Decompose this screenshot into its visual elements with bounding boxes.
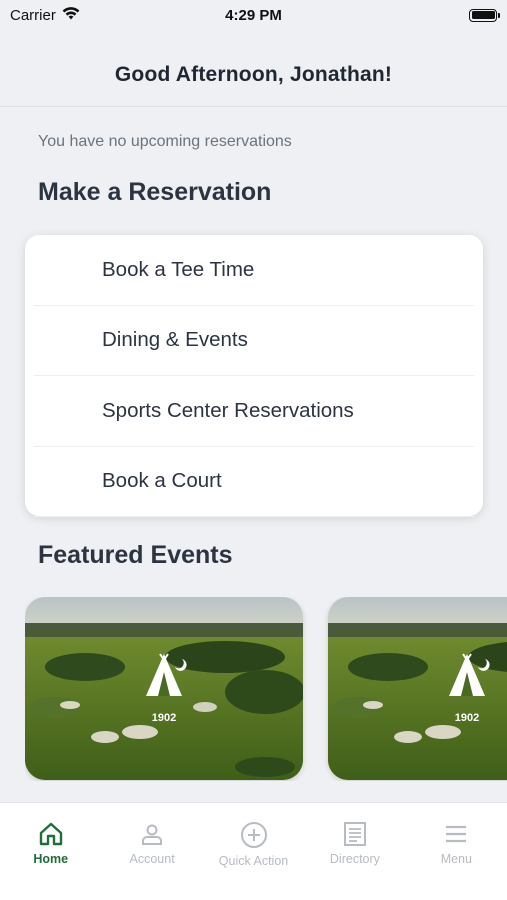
tab-home[interactable]: Home xyxy=(0,803,101,900)
golf-course-image: 1902 xyxy=(25,597,303,780)
wifi-icon xyxy=(62,6,80,24)
reservation-options-card: Book a Tee Time Dining & Events Sports C… xyxy=(25,235,483,517)
carrier-label: Carrier xyxy=(10,6,56,24)
tab-quick-action-label: Quick Action xyxy=(218,854,289,868)
book-court-item[interactable]: Book a Court xyxy=(34,447,474,517)
app-header: Good Afternoon, Jonathan! xyxy=(0,44,507,107)
menu-icon xyxy=(446,825,467,843)
tab-account-label: Account xyxy=(129,852,175,866)
tab-directory-label: Directory xyxy=(329,852,380,866)
logo-year: 1902 xyxy=(455,712,479,724)
tab-menu-label: Menu xyxy=(440,852,472,866)
featured-event-card[interactable]: 1902 xyxy=(25,597,303,780)
dining-events-item[interactable]: Dining & Events xyxy=(34,306,474,376)
featured-event-card[interactable]: 1902 xyxy=(328,597,507,780)
tab-menu[interactable]: Menu xyxy=(406,803,507,900)
no-reservations-message: You have no upcoming reservations xyxy=(38,133,292,150)
tab-quick-action[interactable]: Quick Action xyxy=(203,803,304,900)
logo-year: 1902 xyxy=(152,712,176,724)
directory-icon xyxy=(343,822,366,846)
tab-directory[interactable]: Directory xyxy=(304,803,405,900)
tab-home-label: Home xyxy=(33,852,69,866)
home-icon xyxy=(39,822,62,846)
make-reservation-title: Make a Reservation xyxy=(38,178,272,206)
featured-events-carousel[interactable]: 1902 1902 xyxy=(25,597,507,781)
bottom-tab-bar: Home Account Quick Action Directory Menu xyxy=(0,802,507,900)
sports-center-reservations-item[interactable]: Sports Center Reservations xyxy=(34,376,474,447)
book-tee-time-item[interactable]: Book a Tee Time xyxy=(34,235,474,306)
plus-circle-icon xyxy=(240,822,267,848)
battery-icon xyxy=(469,8,500,22)
greeting-title: Good Afternoon, Jonathan! xyxy=(114,63,393,86)
tab-account[interactable]: Account xyxy=(101,803,202,900)
golf-course-image: 1902 xyxy=(328,597,507,780)
account-icon xyxy=(142,824,163,845)
status-bar: Carrier 4:29 PM xyxy=(0,0,507,30)
featured-events-title: Featured Events xyxy=(38,541,233,569)
